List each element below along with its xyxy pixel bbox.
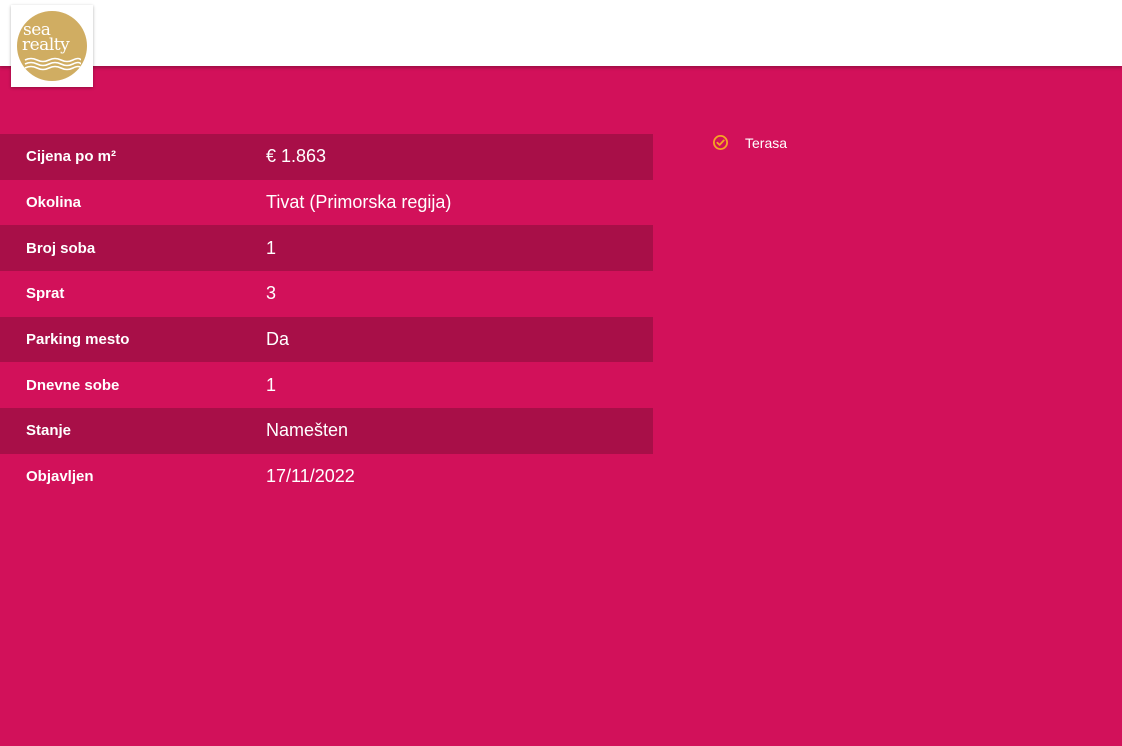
logo-link[interactable]: sea realty — [11, 5, 93, 87]
detail-label: Objavljen — [26, 468, 94, 486]
logo: sea realty — [17, 11, 87, 81]
detail-value: € 1.863 — [266, 146, 327, 167]
site-header — [0, 0, 1122, 66]
check-circle-icon — [713, 135, 728, 150]
wave-icon — [24, 57, 81, 71]
detail-label: Sprat — [26, 285, 65, 303]
detail-value: Namešten — [266, 420, 349, 441]
detail-row-living-rooms: Dnevne sobe 1 — [0, 362, 653, 408]
details-table: Cijena po m² € 1.863 Okolina Tivat (Prim… — [0, 134, 653, 500]
detail-value: 1 — [266, 374, 277, 395]
detail-label: Parking mesto — [26, 331, 130, 349]
detail-row-condition: Stanje Namešten — [0, 408, 653, 454]
detail-label: Stanje — [26, 422, 72, 440]
detail-label: Cijena po m² — [26, 148, 117, 166]
detail-value: 1 — [266, 237, 277, 258]
detail-row-price-per-m2: Cijena po m² € 1.863 — [0, 134, 653, 180]
detail-label: Broj soba — [26, 239, 96, 257]
feature-item-terasa: Terasa — [712, 134, 787, 151]
detail-label: Dnevne sobe — [26, 376, 120, 394]
detail-value: Tivat (Primorska regija) — [266, 192, 452, 213]
detail-value: Da — [266, 329, 290, 350]
detail-label: Okolina — [26, 194, 82, 212]
logo-text-realty: realty — [22, 35, 70, 55]
detail-value: 17/11/2022 — [266, 466, 355, 487]
detail-row-rooms: Broj soba 1 — [0, 225, 653, 272]
detail-row-location: Okolina Tivat (Primorska regija) — [0, 180, 653, 226]
detail-row-published: Objavljen 17/11/2022 — [0, 454, 653, 500]
detail-value: 3 — [266, 283, 277, 304]
detail-row-floor: Sprat 3 — [0, 271, 653, 317]
feature-label: Terasa — [745, 134, 788, 151]
property-details-section: Cijena po m² € 1.863 Okolina Tivat (Prim… — [0, 66, 1122, 746]
detail-row-parking: Parking mesto Da — [0, 316, 653, 363]
